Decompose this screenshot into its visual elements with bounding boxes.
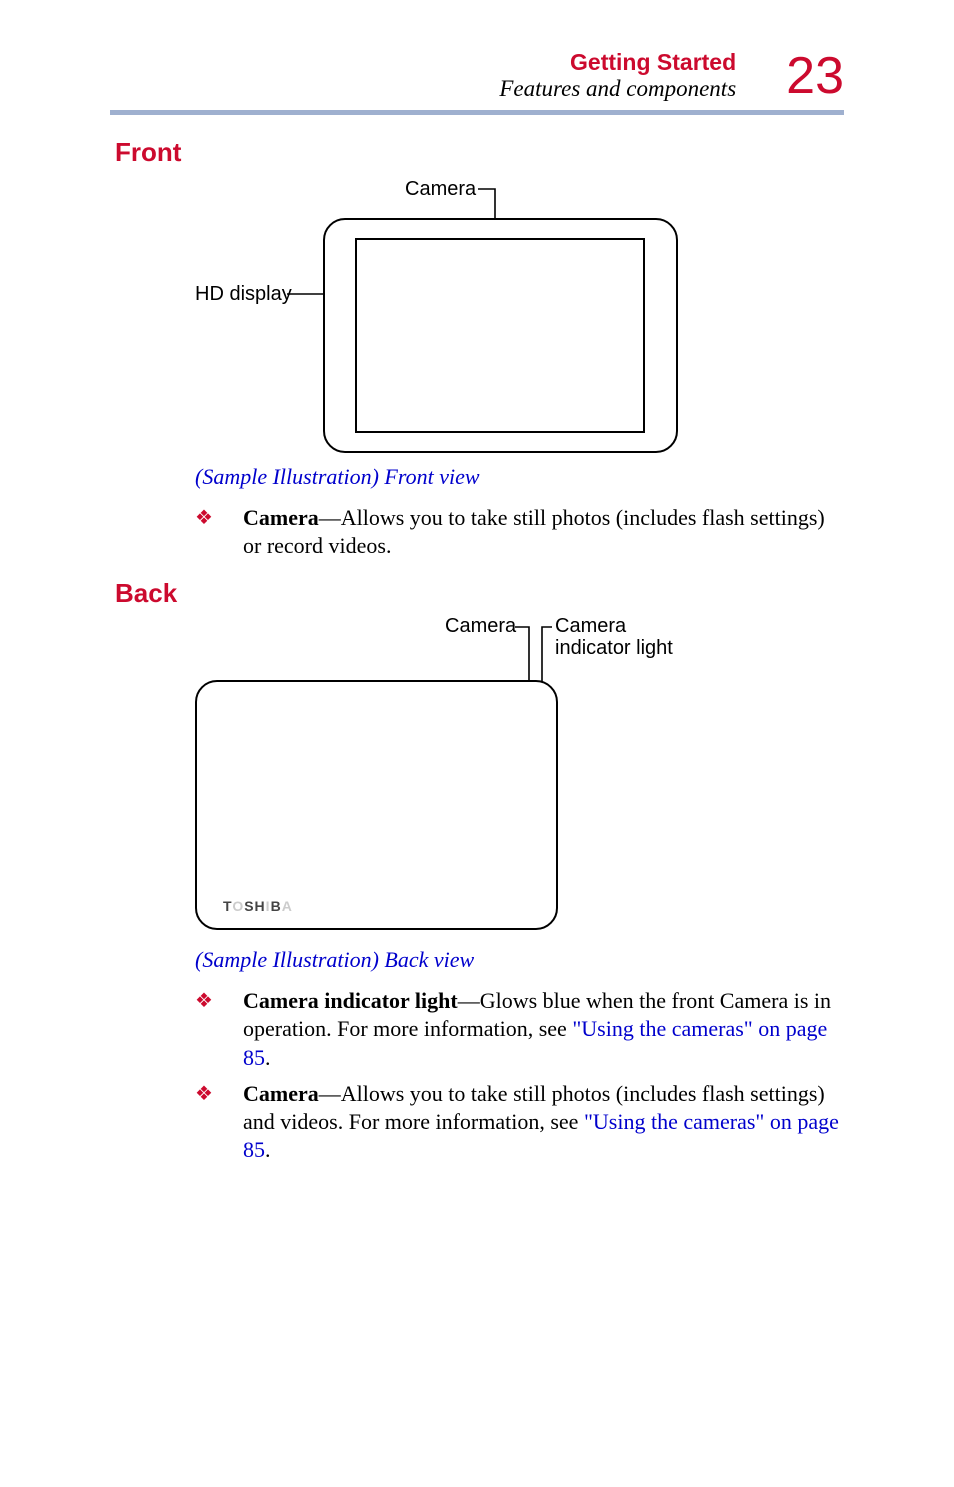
toshiba-logo: TOSHIBA [223,898,293,914]
logo-char: T [223,898,232,914]
list-item: ❖ Camera—Allows you to take still photos… [195,504,844,560]
back-figure: Camera Camera indicator light TOSHIBA [195,615,745,945]
subsection-name: Features and components [499,76,736,102]
back-heading: Back [115,578,844,609]
list-item: ❖ Camera indicator light—Glows blue when… [195,987,844,1071]
rest-text-2: . [265,1045,271,1070]
section-name: Getting Started [499,50,736,75]
list-item: ❖ Camera—Allows you to take still photos… [195,1080,844,1164]
bullet-icon: ❖ [195,1080,243,1164]
logo-char: A [282,898,293,914]
page-header: Getting Started Features and components … [115,50,844,102]
list-item-text: Camera—Allows you to take still photos (… [243,1080,844,1164]
page-number: 23 [786,50,844,102]
front-figure: Camera HD display [195,178,695,458]
rest-text-2: . [265,1137,271,1162]
header-rule [110,110,844,115]
logo-char: B [271,898,282,914]
lead-bold: Camera [243,1081,319,1106]
front-heading: Front [115,137,844,168]
device-screen [355,238,645,433]
header-text-block: Getting Started Features and components [499,50,736,101]
bullet-icon: ❖ [195,987,243,1071]
lead-bold: Camera [243,505,319,530]
back-bullet-list: ❖ Camera indicator light—Glows blue when… [195,987,844,1164]
front-caption: (Sample Illustration) Front view [195,464,844,490]
front-figure-wrap: Camera HD display [195,178,844,458]
bullet-icon: ❖ [195,504,243,560]
back-caption: (Sample Illustration) Back view [195,947,844,973]
rest-text: —Allows you to take still photos (includ… [243,505,825,558]
list-item-text: Camera indicator light—Glows blue when t… [243,987,844,1071]
front-bullet-list: ❖ Camera—Allows you to take still photos… [195,504,844,560]
device-outline-back [195,680,558,930]
logo-char: O [232,898,244,914]
logo-char: S [244,898,254,914]
lead-bold: Camera indicator light [243,988,458,1013]
logo-char: H [255,898,266,914]
list-item-text: Camera—Allows you to take still photos (… [243,504,844,560]
